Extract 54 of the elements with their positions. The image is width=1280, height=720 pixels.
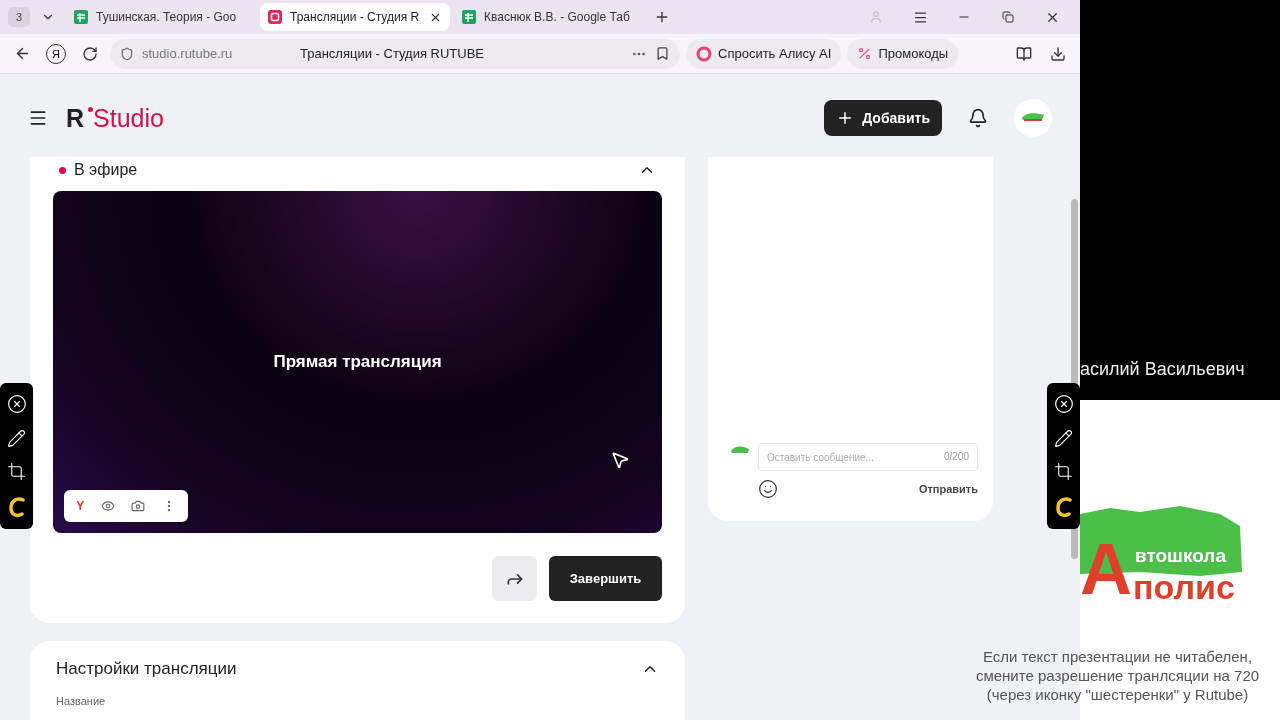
percent-icon <box>857 46 873 61</box>
page-title: Трансляции - Студия RUTUBE <box>300 46 485 61</box>
reload-icon[interactable] <box>82 45 98 62</box>
restore-icon[interactable] <box>1002 11 1014 23</box>
field-label: Название <box>56 695 107 707</box>
cursor-icon <box>610 450 630 470</box>
undo-arc-icon[interactable] <box>1054 495 1073 518</box>
bell-icon[interactable] <box>968 108 988 128</box>
shield-icon <box>120 46 134 61</box>
undo-arc-icon[interactable] <box>7 495 26 518</box>
url-text: studio.rutube.ru <box>142 46 234 61</box>
tab-count-button[interactable]: 3 <box>8 7 30 27</box>
video-player[interactable]: Прямая трансляция Y <box>53 191 662 533</box>
crop-icon[interactable] <box>1054 462 1073 482</box>
video-title: Прямая трансляция <box>273 352 442 372</box>
menu-icon[interactable] <box>28 108 48 128</box>
bookmark-icon[interactable] <box>655 46 670 61</box>
camera-icon[interactable] <box>131 499 146 513</box>
stream-status: В эфире <box>74 161 139 179</box>
share-button[interactable] <box>492 556 537 601</box>
char-counter: 0/200 <box>943 451 969 462</box>
alice-button[interactable]: Спросить Алису AI <box>686 38 842 69</box>
hint-text: Если текст презентации не читабелен, смените разрешение транлсяции на 720 (через иконку "шестеренки" у Rutube) <box>974 647 1261 704</box>
speaker-name: асилий Васильевич <box>1080 359 1245 380</box>
browser-tab[interactable]: Кваснюк В.В. - Google Таб <box>454 3 644 31</box>
book-icon[interactable] <box>1016 45 1032 62</box>
browser-tab[interactable]: Трансляции - Студия R <box>260 3 450 31</box>
download-icon[interactable] <box>1050 45 1066 62</box>
promo-button[interactable]: Промокоды <box>847 38 959 69</box>
finish-button[interactable]: Завершить <box>549 556 662 601</box>
rutube-icon <box>268 10 282 24</box>
card-title: Настройки трансляции <box>56 659 237 679</box>
close-icon[interactable] <box>1053 394 1074 415</box>
close-icon[interactable] <box>6 394 27 415</box>
sheets-icon <box>462 10 476 24</box>
avatar-icon[interactable] <box>1014 99 1052 137</box>
address-field[interactable]: studio.rutube.ru Трансляции - Студия RUTUBE <box>110 38 680 69</box>
add-button[interactable]: Добавить <box>824 100 942 136</box>
pencil-icon[interactable] <box>7 428 26 448</box>
menu-icon[interactable] <box>912 9 928 25</box>
ring-icon <box>696 45 712 62</box>
eye-icon[interactable] <box>100 499 115 513</box>
emoji-icon[interactable] <box>758 479 778 499</box>
pencil-icon[interactable] <box>1054 428 1073 448</box>
crop-icon[interactable] <box>7 462 26 482</box>
new-tab-icon[interactable] <box>654 9 670 25</box>
tab-title: Тушинская. Теория - Goo <box>96 10 238 24</box>
browser-tab[interactable]: Тушинская. Теория - Goo <box>66 3 256 31</box>
send-button[interactable]: Отправить <box>918 483 978 495</box>
yandex-badge[interactable]: Y <box>76 499 85 513</box>
tab-title: Кваснюк В.В. - Google Таб <box>484 10 631 24</box>
studio-logo[interactable]: R Studio <box>66 103 164 133</box>
sheets-icon <box>74 10 88 24</box>
tab-title: Трансляции - Студия R <box>290 10 421 24</box>
